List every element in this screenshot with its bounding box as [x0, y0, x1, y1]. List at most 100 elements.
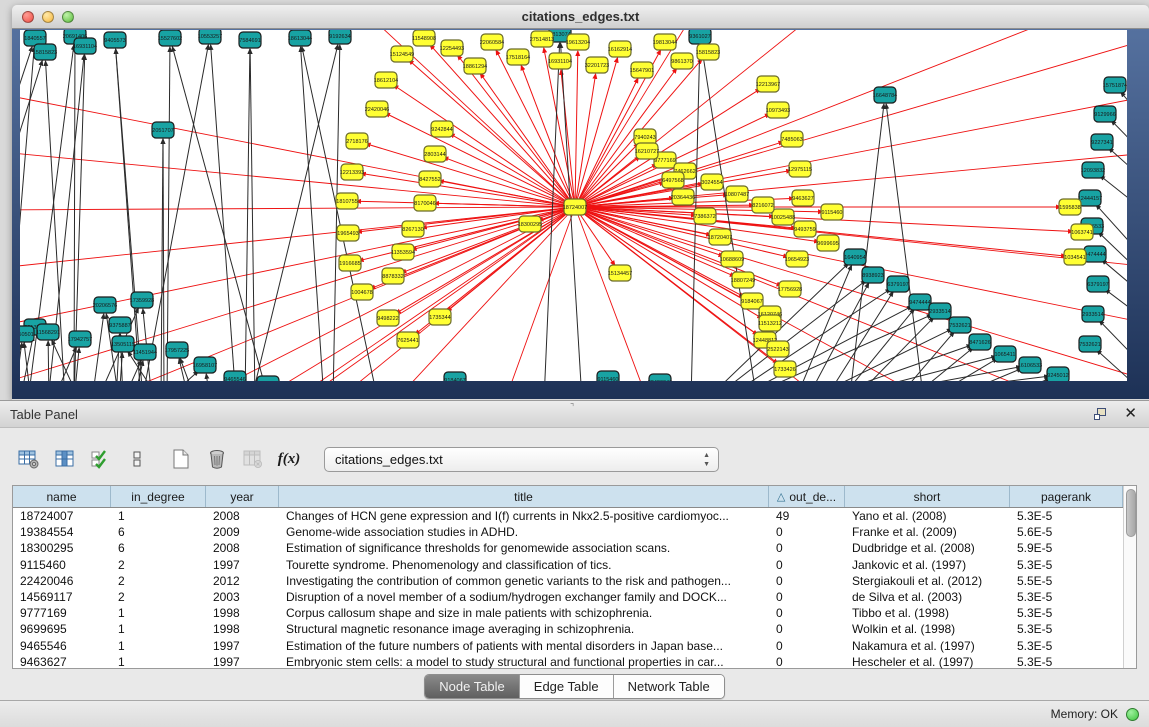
table-row[interactable]: 2242004622012Investigating the contribut…	[13, 573, 1123, 589]
network-node[interactable]: 9361027	[689, 30, 711, 44]
delete-table-icon[interactable]	[238, 444, 268, 474]
table-row[interactable]: 1938455462009Genome-wide association stu…	[13, 524, 1123, 540]
network-node[interactable]: 1034541	[1064, 249, 1086, 265]
network-node[interactable]: 9474444	[1084, 246, 1106, 262]
network-node[interactable]: 12254493	[440, 40, 464, 56]
column-header-in_degree[interactable]: in_degree	[111, 486, 206, 507]
float-panel-icon[interactable]	[1094, 408, 1108, 421]
network-node[interactable]: 9465546	[224, 371, 246, 381]
network-node[interactable]: 15124549	[390, 46, 414, 62]
network-node[interactable]: 2933514	[1082, 306, 1104, 322]
tab-network-table[interactable]: Network Table	[614, 675, 724, 698]
network-node[interactable]: 18724007	[563, 199, 587, 215]
network-node[interactable]: 2051707	[152, 122, 174, 138]
network-node[interactable]: 9115460	[597, 371, 619, 381]
show-columns-icon[interactable]	[50, 444, 80, 474]
network-node[interactable]: 15647901	[630, 62, 654, 78]
network-node[interactable]: 8170046	[414, 195, 436, 211]
network-node[interactable]: 6497568	[662, 172, 684, 188]
network-node[interactable]: 8878332	[382, 268, 404, 284]
network-node[interactable]: 18720407	[708, 229, 732, 245]
network-node[interactable]: 7386372	[694, 208, 716, 224]
network-node[interactable]: 2522143	[767, 341, 789, 357]
column-header-title[interactable]: title	[279, 486, 769, 507]
network-node[interactable]: 12093832	[1081, 162, 1105, 178]
select-columns-icon[interactable]	[86, 444, 116, 474]
panel-resize-handle[interactable]: ⌝	[570, 403, 580, 411]
column-header-pagerank[interactable]: pagerank	[1010, 486, 1123, 507]
network-node[interactable]: 7584691	[239, 32, 261, 48]
network-node[interactable]: 13505115	[111, 336, 135, 352]
table-row[interactable]: 911546021997Tourette syndrome. Phenomeno…	[13, 557, 1123, 573]
network-node[interactable]: 1965493	[337, 225, 359, 241]
tab-node-table[interactable]: Node Table	[425, 675, 520, 698]
network-node[interactable]: 1595838	[1059, 199, 1081, 215]
network-node[interactable]: 9699695	[817, 235, 839, 251]
network-node[interactable]: 9129966	[1094, 106, 1116, 122]
network-node[interactable]: 19613204	[566, 34, 590, 50]
table-scrollbar[interactable]	[1123, 486, 1136, 668]
network-node[interactable]: 16106533	[1018, 357, 1042, 373]
network-node[interactable]: 22060584	[480, 34, 504, 50]
network-node[interactable]: 10807487	[725, 186, 749, 202]
network-node[interactable]: 15815823	[33, 44, 57, 60]
network-node[interactable]: 8267130	[402, 221, 424, 237]
network-node[interactable]: 10025488	[771, 209, 795, 225]
network-node[interactable]: 18807249	[731, 272, 755, 288]
network-node[interactable]: 16931104	[548, 53, 572, 69]
network-node[interactable]: 18861294	[463, 58, 487, 74]
network-node[interactable]: 1735344	[429, 309, 451, 325]
network-node[interactable]: 11451944	[133, 344, 157, 360]
network-node[interactable]: 2803144	[424, 146, 446, 162]
network-node[interactable]: 11513212	[758, 315, 782, 331]
network-node[interactable]: 10688609	[720, 251, 744, 267]
network-node[interactable]: 9493759	[794, 221, 816, 237]
table-row[interactable]: 1830029562008Estimation of significance …	[13, 540, 1123, 556]
network-node[interactable]: 17957225	[165, 342, 189, 358]
network-node[interactable]: 12213393	[340, 164, 364, 180]
network-node[interactable]: 9474444	[909, 294, 931, 310]
network-node[interactable]: 15527602	[158, 30, 182, 46]
network-node[interactable]: 17756928	[778, 281, 802, 297]
network-node[interactable]: 15751874	[1103, 77, 1127, 93]
network-canvas[interactable]: 1840557206914069405573155276021055325775…	[20, 30, 1127, 381]
network-node[interactable]: 1916685	[339, 255, 361, 271]
network-node[interactable]: 15134457	[608, 265, 632, 281]
network-node[interactable]: 7532621	[949, 317, 971, 333]
tab-edge-table[interactable]: Edge Table	[520, 675, 614, 698]
table-row[interactable]: 977716911998Corpus callosum shape and si…	[13, 605, 1123, 621]
network-node[interactable]: 18613044	[288, 30, 312, 46]
network-node[interactable]: 16931104	[73, 38, 97, 54]
network-node[interactable]: 9184067	[444, 372, 466, 381]
network-node[interactable]: 9242844	[431, 121, 453, 137]
network-node[interactable]: 18612104	[374, 72, 398, 88]
network-node[interactable]: 1350501	[20, 326, 34, 342]
network-node[interactable]: 9245012	[1047, 367, 1069, 381]
network-node[interactable]: 9227341	[1091, 134, 1113, 150]
window-titlebar[interactable]: citations_edges.txt	[12, 5, 1149, 29]
network-node[interactable]: 7485063	[781, 131, 803, 147]
network-node[interactable]: 22420046	[365, 101, 389, 117]
network-node[interactable]: 18300295	[518, 216, 542, 232]
close-panel-icon[interactable]: ✕	[1124, 407, 1137, 421]
network-node[interactable]: 9861370	[671, 53, 693, 69]
network-node[interactable]: 7532621	[1079, 336, 1101, 352]
column-header-short[interactable]: short	[845, 486, 1010, 507]
network-node[interactable]: 12975115	[788, 161, 812, 177]
network-node[interactable]: 1063741	[1071, 224, 1093, 240]
network-node[interactable]: 11548908	[412, 30, 436, 46]
network-node[interactable]: 20364436	[671, 189, 695, 205]
network-node[interactable]: 1810755	[336, 193, 358, 209]
network-node[interactable]: 1733426	[774, 361, 796, 377]
network-node[interactable]: 15815823	[696, 44, 720, 60]
table-row[interactable]: 1872400712008Changes of HCN gene express…	[13, 508, 1123, 524]
network-node[interactable]: 9115460	[821, 204, 843, 220]
network-node[interactable]: 2933514	[929, 303, 951, 319]
network-node[interactable]: 10553257	[198, 30, 222, 44]
network-node[interactable]: 9184067	[741, 293, 763, 309]
table-row[interactable]: 946362711997Embryonic stem cells: a mode…	[13, 654, 1123, 670]
network-node[interactable]: 1640954	[844, 249, 866, 265]
network-node[interactable]: 11353594	[391, 244, 415, 260]
network-node[interactable]: 17359928	[130, 292, 154, 308]
network-node[interactable]: 10973493	[766, 102, 790, 118]
